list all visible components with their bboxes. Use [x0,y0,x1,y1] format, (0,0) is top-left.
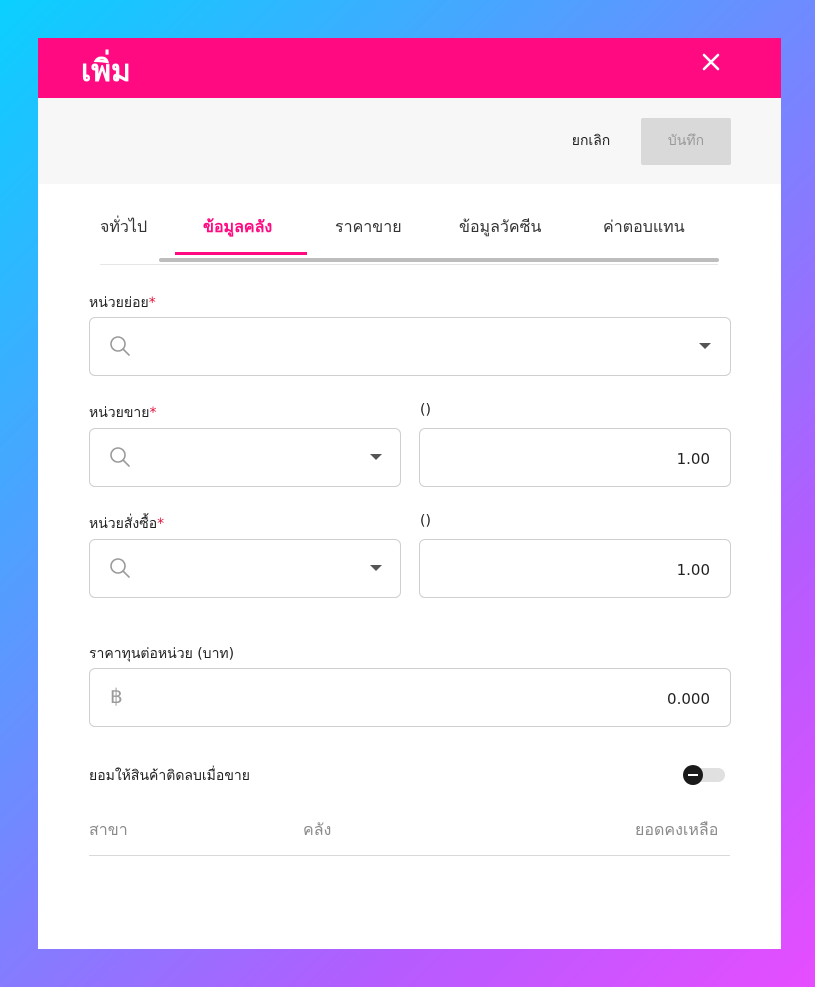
cost-label: ราคาทุนต่อหน่วย (บาท) [89,646,235,662]
dialog-title: เพิ่ม [81,54,131,89]
sub-unit-label-text: หน่วยย่อย [89,295,149,311]
sub-unit-select[interactable] [89,317,731,377]
tab-divider [100,264,718,265]
table-divider [89,855,730,856]
chevron-down-icon[interactable] [370,565,382,571]
dialog-header: เพิ่ม [38,38,781,98]
purchase-unit-label: หน่วยสั่งซื้อ* [89,513,164,535]
column-header-branch: สาขา [89,820,128,839]
tab-compensation[interactable]: ค่าตอบแทน [603,210,685,254]
chevron-down-icon[interactable] [699,343,711,349]
cost-field[interactable]: ฿ [89,668,731,728]
sale-unit-ratio-input[interactable] [508,429,712,488]
sale-unit-input[interactable] [142,429,346,488]
action-bar: ยกเลิก บันทึก [38,98,781,184]
sale-unit-select[interactable] [89,428,401,488]
cost-input[interactable] [508,669,712,728]
tab-vaccine[interactable]: ข้อมูลวัคซีน [459,210,541,254]
search-icon [108,556,132,580]
column-header-warehouse: คลัง [303,820,332,839]
sub-unit-input[interactable] [142,318,666,377]
search-icon [108,445,132,469]
close-icon[interactable] [699,50,723,74]
toggle-knob [683,765,703,785]
purchase-unit-ratio-label: () [420,513,431,529]
add-item-dialog: เพิ่ม ยกเลิก บันทึก จทั่วไป ข้อมูลคลัง ร… [38,38,781,949]
required-mark: * [148,295,156,311]
sale-unit-label-text: หน่วยขาย [89,405,150,421]
required-mark: * [149,405,157,421]
sale-unit-ratio-field[interactable] [419,428,731,488]
purchase-unit-label-text: หน่วยสั่งซื้อ [89,516,158,532]
sale-unit-label: หน่วยขาย* [89,402,157,424]
tab-scrollbar[interactable] [159,258,719,262]
purchase-unit-ratio-input[interactable] [508,540,712,599]
sale-unit-ratio-label: () [420,402,431,418]
cancel-button[interactable]: ยกเลิก [551,128,631,154]
purchase-unit-ratio-field[interactable] [419,539,731,599]
required-mark: * [157,516,165,532]
tab-general[interactable]: จทั่วไป [100,210,147,254]
column-header-balance: ยอดคงเหลือ [635,820,719,839]
tab-price[interactable]: ราคาขาย [335,210,402,254]
purchase-unit-input[interactable] [142,540,346,599]
purchase-unit-select[interactable] [89,539,401,599]
sub-unit-label: หน่วยย่อย* [89,292,156,314]
allow-negative-toggle[interactable] [683,765,725,785]
tab-stock[interactable]: ข้อมูลคลัง [203,210,272,254]
allow-negative-label: ยอมให้สินค้าติดลบเมื่อขาย [89,768,250,784]
active-tab-indicator [175,252,307,255]
baht-icon: ฿ [110,684,123,708]
save-button[interactable]: บันทึก [641,118,731,165]
chevron-down-icon[interactable] [370,454,382,460]
search-icon [108,334,132,358]
